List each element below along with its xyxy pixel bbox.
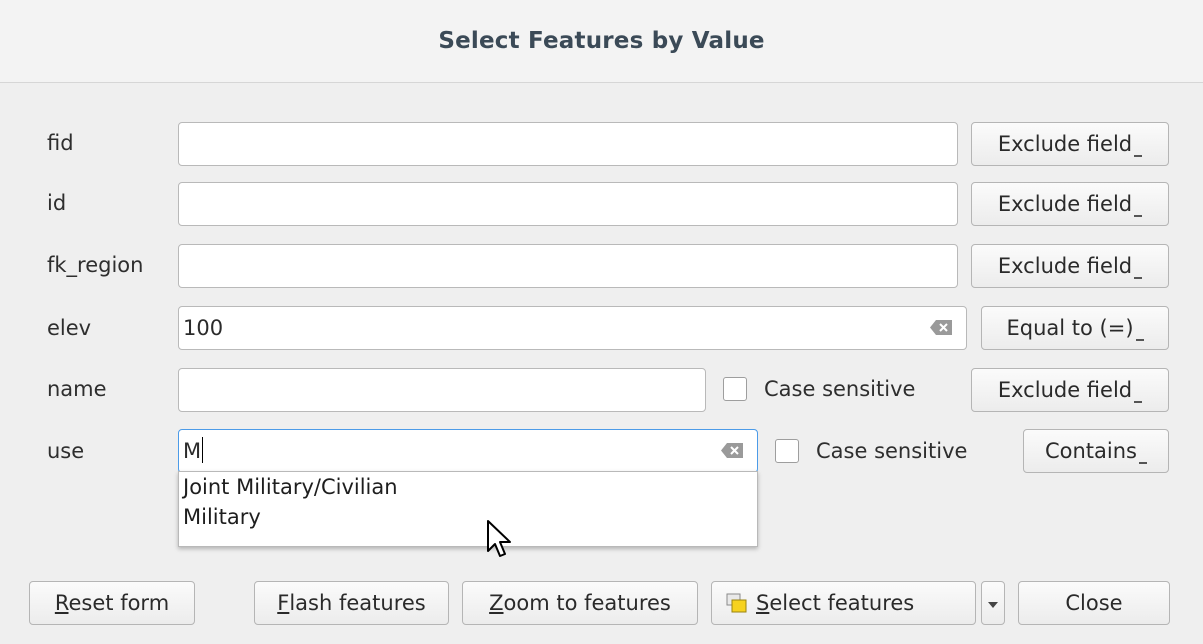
autocomplete-popup: Joint Military/Civilian Military <box>178 471 758 547</box>
elev-operator-dropdown[interactable]: Equal to (=) <box>981 306 1169 350</box>
clear-icon[interactable] <box>930 320 952 335</box>
id-input[interactable] <box>178 182 958 226</box>
field-label-name: name <box>47 377 107 401</box>
dropdown-arrow-icon <box>988 602 998 608</box>
dialog-title: Select Features by Value <box>438 28 765 54</box>
clear-icon[interactable] <box>721 443 743 458</box>
fk-region-operator-dropdown[interactable]: Exclude field <box>971 244 1169 288</box>
name-operator-dropdown[interactable]: Exclude field <box>971 368 1169 412</box>
fid-operator-label: Exclude field <box>997 132 1133 156</box>
close-button[interactable]: Close <box>1018 581 1170 625</box>
zoom-label: oom to features <box>503 591 671 615</box>
reset-mnemonic: R <box>54 591 69 615</box>
name-case-sensitive-checkbox[interactable] <box>723 377 747 401</box>
id-operator-label: Exclude field <box>997 192 1133 216</box>
use-operator-label: Contains <box>1044 439 1137 463</box>
autocomplete-item[interactable]: Military <box>179 502 757 532</box>
zoom-to-features-button[interactable]: Zoom to features <box>462 581 698 625</box>
dialog-titlebar: Select Features by Value <box>0 0 1203 83</box>
elev-operator-label: Equal to (=) <box>1006 316 1134 340</box>
use-case-sensitive-checkbox[interactable] <box>775 439 799 463</box>
reset-form-button[interactable]: Reset form <box>29 581 195 625</box>
select-features-menu-button[interactable] <box>981 581 1005 625</box>
field-label-elev: elev <box>47 316 92 340</box>
autocomplete-item[interactable]: Joint Military/Civilian <box>179 472 757 502</box>
field-label-id: id <box>47 191 67 215</box>
use-input-value: M <box>183 439 202 463</box>
zoom-mnemonic: Z <box>489 591 504 615</box>
select-mnemonic: S <box>756 591 770 615</box>
use-operator-dropdown[interactable]: Contains <box>1023 429 1169 473</box>
flash-features-button[interactable]: Flash features <box>254 581 449 625</box>
use-input[interactable]: M <box>178 429 758 473</box>
id-operator-dropdown[interactable]: Exclude field <box>971 182 1169 226</box>
field-label-use: use <box>47 439 85 463</box>
fk-region-operator-label: Exclude field <box>997 254 1133 278</box>
flash-mnemonic: F <box>277 591 290 615</box>
name-input[interactable] <box>178 368 706 412</box>
field-label-fid: fid <box>47 131 74 155</box>
select-label: elect features <box>769 591 915 615</box>
fid-operator-dropdown[interactable]: Exclude field <box>971 122 1169 166</box>
fk-region-input[interactable] <box>178 244 958 288</box>
mouse-pointer-icon <box>487 520 511 557</box>
field-label-fk-region: fk_region <box>47 253 144 277</box>
name-case-sensitive-label: Case sensitive <box>764 377 916 401</box>
use-case-sensitive-label: Case sensitive <box>816 439 968 463</box>
text-caret <box>202 437 204 463</box>
flash-label: lash features <box>289 591 426 615</box>
elev-input[interactable]: 100 <box>178 306 967 350</box>
reset-label: eset form <box>68 591 170 615</box>
fid-input[interactable] <box>178 122 958 166</box>
name-operator-label: Exclude field <box>997 378 1133 402</box>
select-features-icon <box>726 593 747 613</box>
select-features-button[interactable]: Select features <box>711 581 976 625</box>
elev-input-value: 100 <box>183 316 224 340</box>
